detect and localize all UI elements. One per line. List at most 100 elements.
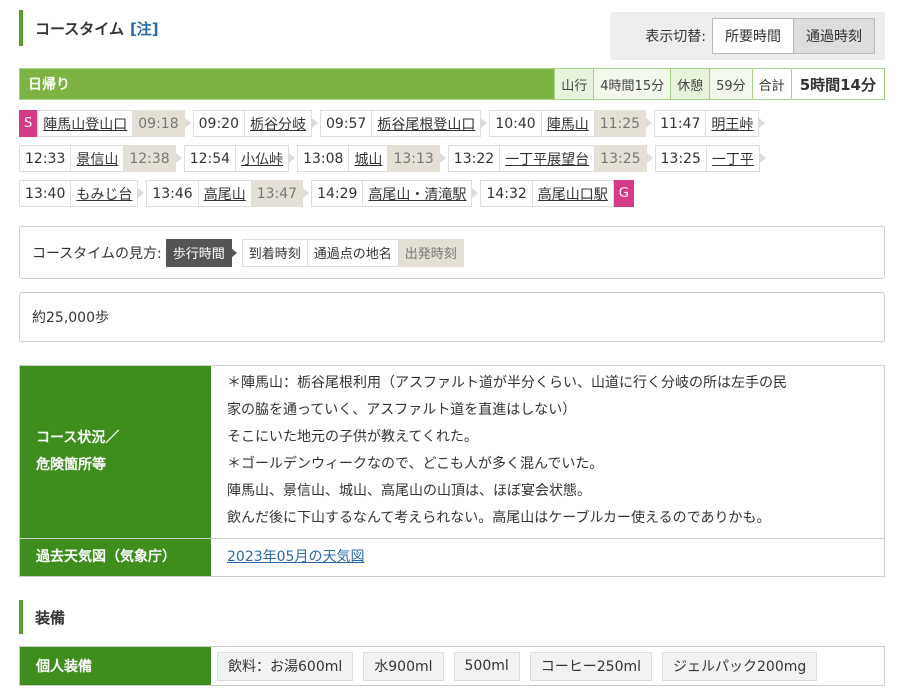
place-link[interactable]: もみじ台 xyxy=(71,180,139,207)
condition-line: 陣馬山、景信山、城山、高尾山の山頂は、ほぼ宴会状態。 xyxy=(227,483,591,499)
rest-label: 休憩 xyxy=(670,69,710,99)
arrive-time: 13:40 xyxy=(19,180,72,207)
legend-label: コースタイムの見方: xyxy=(32,245,162,262)
place-link[interactable]: 一丁平 xyxy=(706,145,760,172)
condition-label-line2: 危険箇所等 xyxy=(36,457,106,473)
rest-value: 59分 xyxy=(709,69,752,99)
depart-time: 12:38 xyxy=(124,145,176,172)
route-point: 11:47 明王峠 xyxy=(654,110,766,137)
arrive-time: 09:57 xyxy=(319,110,373,137)
place-link[interactable]: 栃谷分岐 xyxy=(244,110,312,137)
place-link[interactable]: 栃谷尾根登山口 xyxy=(372,110,482,137)
condition-text: ＊陣馬山：栃谷尾根利用（アスファルト道が半分くらい、山道に行く分岐の所は左手の民… xyxy=(211,366,884,538)
equipment-item: 飲料：お湯600ml xyxy=(217,651,354,681)
place-link[interactable]: 高尾山・清滝駅 xyxy=(363,180,473,207)
equipment-item: 500ml xyxy=(453,651,520,681)
legend-walk-time: 歩行時間 xyxy=(165,238,237,267)
place-link[interactable]: 城山 xyxy=(349,145,389,172)
step-count: 約25,000歩 xyxy=(19,292,885,342)
condition-line: ＊ゴールデンウィークなので、どこも人が多く混んでいた。 xyxy=(227,456,604,472)
course-time-heading: コースタイム [注] xyxy=(19,10,159,46)
depart-time: 13:47 xyxy=(251,180,304,207)
route-point: 14:32 高尾山口駅 G xyxy=(480,180,634,207)
place-link[interactable]: 小仏峠 xyxy=(236,145,290,172)
place-link[interactable]: 一丁平展望台 xyxy=(500,145,596,172)
course-page: コースタイム [注] 表示切替: 所要時間 通過時刻 日帰り 山行 4時間15分… xyxy=(0,0,897,696)
route-point: 09:20 栃谷分岐 xyxy=(192,110,319,137)
route-point: 12:33 景信山 12:38 xyxy=(19,145,182,172)
arrive-time: 13:25 xyxy=(654,145,707,172)
legend-arrive-time: 到着時刻 xyxy=(241,238,308,267)
summary-bar: 日帰り 山行 4時間15分 休憩 59分 合計 5時間14分 xyxy=(19,68,885,100)
route-point: 13:25 一丁平 xyxy=(654,145,767,172)
trip-type: 日帰り xyxy=(20,69,555,99)
legend-place-name: 通過点の地名 xyxy=(307,238,399,267)
condition-line: そこにいた地元の子供が教えてくれた。 xyxy=(227,429,478,445)
arrive-time: 14:29 xyxy=(311,180,364,207)
route-point: 12:54 小仏峠 xyxy=(183,145,296,172)
route-point: 14:29 高尾山・清滝駅 xyxy=(311,180,479,207)
condition-line: ＊陣馬山：栃谷尾根利用（アスファルト道が半分くらい、山道に行く分岐の所は左手の民 xyxy=(227,375,787,391)
arrive-time: 12:33 xyxy=(19,145,72,172)
start-badge: S xyxy=(19,110,38,137)
place-link[interactable]: 高尾山 xyxy=(198,180,252,207)
route-row: S 陣馬山登山口 09:18 09:20 栃谷分岐 09:57 栃谷尾根登山口 10:40 陣馬… xyxy=(19,110,885,140)
walk-label: 山行 xyxy=(554,69,594,99)
equipment-heading: 装備 xyxy=(19,600,65,634)
legend-depart-time: 出発時刻 xyxy=(398,238,464,267)
course-time-legend: コースタイムの見方: 歩行時間 到着時刻 通過点の地名 出発時刻 xyxy=(19,226,885,279)
condition-line: 家の脇を通っていく、アスファルト道を直進はしない） xyxy=(227,402,577,418)
depart-time: 11:25 xyxy=(594,110,647,137)
condition-line: 飲んだ後に下山するなんて考えられない。高尾山はケーブルカー使えるのでありかも。 xyxy=(227,510,771,526)
arrive-time: 13:08 xyxy=(297,145,350,172)
toggle-pass-time-button[interactable]: 通過時刻 xyxy=(794,18,875,54)
weather-label: 過去天気図（気象庁） xyxy=(20,539,211,576)
depart-time: 09:18 xyxy=(133,110,185,137)
route-row: 12:33 景信山 12:38 12:54 小仏峠 13:08 城山 13:13 13:22 一丁… xyxy=(19,145,885,175)
toggle-label: 表示切替: xyxy=(645,29,706,45)
place-link[interactable]: 景信山 xyxy=(71,145,125,172)
route-point: 10:40 陣馬山 11:25 xyxy=(489,110,652,137)
place-link[interactable]: 陣馬山 xyxy=(541,110,595,137)
total-value: 5時間14分 xyxy=(790,69,884,99)
arrive-time: 13:22 xyxy=(447,145,501,172)
equipment-item: ジェルパック200mg xyxy=(662,651,818,681)
note-link[interactable]: [注] xyxy=(130,18,159,39)
weather-map-link[interactable]: 2023年05月の天気図 xyxy=(227,544,364,571)
depart-time: 13:13 xyxy=(388,145,440,172)
depart-time: 13:25 xyxy=(595,145,647,172)
route-point: 13:08 城山 13:13 xyxy=(297,145,446,172)
route-row: 13:40 もみじ台 13:46 高尾山 13:47 14:29 高尾山・清滝駅 14:32 高… xyxy=(19,180,885,210)
arrive-time: 09:20 xyxy=(192,110,245,137)
walk-value: 4時間15分 xyxy=(593,69,671,99)
place-link[interactable]: 明王峠 xyxy=(706,110,760,137)
course-condition-table: コース状況／ 危険箇所等 ＊陣馬山：栃谷尾根利用（アスファルト道が半分くらい、山… xyxy=(19,365,885,577)
arrive-time: 11:47 xyxy=(654,110,707,137)
condition-label-line1: コース状況／ xyxy=(36,430,120,447)
arrive-time: 14:32 xyxy=(480,180,533,207)
equipment-item: 水900ml xyxy=(363,651,444,681)
route-point: 13:40 もみじ台 xyxy=(19,180,145,207)
route-point: 09:57 栃谷尾根登山口 xyxy=(319,110,488,137)
arrive-time: 12:54 xyxy=(183,145,237,172)
place-link[interactable]: 高尾山口駅 xyxy=(532,180,614,207)
toggle-duration-button[interactable]: 所要時間 xyxy=(712,18,794,54)
personal-equipment-row: 個人装備 飲料：お湯600ml 水900ml 500ml コーヒー250ml ジ… xyxy=(19,646,885,686)
equipment-item: コーヒー250ml xyxy=(529,651,652,681)
place-link[interactable]: 陣馬山登山口 xyxy=(37,110,134,137)
total-label: 合計 xyxy=(751,69,791,99)
weather-row: 過去天気図（気象庁） 2023年05月の天気図 xyxy=(20,539,884,576)
arrive-time: 13:46 xyxy=(146,180,199,207)
personal-equipment-label: 個人装備 xyxy=(20,647,211,685)
condition-label: コース状況／ 危険箇所等 xyxy=(20,366,211,538)
route-timeline: S 陣馬山登山口 09:18 09:20 栃谷分岐 09:57 栃谷尾根登山口 10:40 陣馬… xyxy=(19,110,885,215)
route-point: 13:22 一丁平展望台 13:25 xyxy=(447,145,653,172)
route-point: S 陣馬山登山口 09:18 xyxy=(19,110,191,137)
course-time-title: コースタイム xyxy=(35,19,124,38)
condition-row: コース状況／ 危険箇所等 ＊陣馬山：栃谷尾根利用（アスファルト道が半分くらい、山… xyxy=(20,366,884,539)
equipment-items: 飲料：お湯600ml 水900ml 500ml コーヒー250ml ジェルパック… xyxy=(211,647,827,685)
goal-badge: G xyxy=(613,180,634,207)
display-toggle: 表示切替: 所要時間 通過時刻 xyxy=(610,12,885,60)
arrive-time: 10:40 xyxy=(489,110,542,137)
route-point: 13:46 高尾山 13:47 xyxy=(146,180,309,207)
